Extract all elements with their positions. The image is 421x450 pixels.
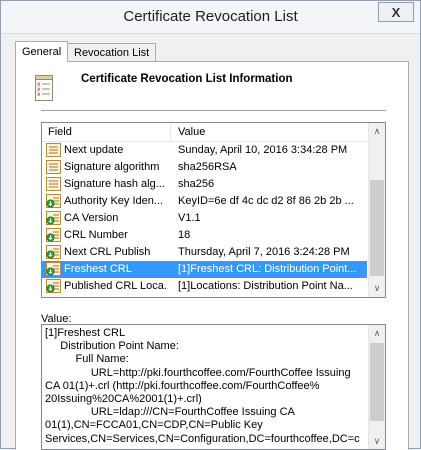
column-header-field[interactable]: Field xyxy=(48,126,72,138)
svg-text:x: x xyxy=(37,91,41,98)
scroll-up-button[interactable]: ∧ xyxy=(369,325,385,341)
value-textbox[interactable]: [1]Freshest CRL Distribution Point Name:… xyxy=(41,324,386,450)
scroll-thumb[interactable] xyxy=(370,180,384,276)
list-row[interactable]: Signature algorithm sha256RSA xyxy=(42,159,367,176)
property-doc-icon xyxy=(46,177,61,191)
row-field: Published CRL Loca... xyxy=(64,280,168,292)
list-header: Field Value xyxy=(42,123,367,142)
chevron-down-icon: ∨ xyxy=(373,282,381,293)
value-text[interactable]: [1]Freshest CRL Distribution Point Name:… xyxy=(45,327,367,446)
value-line: Full Name: xyxy=(45,353,129,366)
value-line: CA 01(1)+.crl (http://pki.fourthcoffee.c… xyxy=(45,379,320,392)
scroll-down-button[interactable]: ∨ xyxy=(369,433,385,449)
row-field: Next update xyxy=(64,144,124,156)
list-row[interactable]: CRL Number 18 xyxy=(42,227,367,244)
tab-revocation-list-label: Revocation List xyxy=(74,46,150,59)
list-row[interactable]: Authority Key Iden... KeyID=6e df 4c dc … xyxy=(42,193,367,210)
row-field: Authority Key Iden... xyxy=(64,195,164,207)
list-row[interactable]: Next update Sunday, April 10, 2016 3:34:… xyxy=(42,142,367,159)
row-field: CA Version xyxy=(64,212,119,224)
extension-doc-icon xyxy=(46,228,61,242)
value-scrollbar[interactable]: ∧ ∨ xyxy=(368,325,385,449)
row-field: Freshest CRL xyxy=(64,263,132,275)
row-value: sha256RSA xyxy=(178,161,237,173)
row-field: Signature algorithm xyxy=(64,161,160,173)
row-value: 18 xyxy=(178,229,191,241)
property-doc-icon xyxy=(46,143,61,157)
row-value: [1]Locations: Distribution Point Na... xyxy=(178,280,353,292)
page-title: Certificate Revocation List Information xyxy=(81,73,293,85)
list-row[interactable]: Next CRL Publish Thursday, April 7, 2016… xyxy=(42,244,367,261)
list-row[interactable]: Signature hash alg... sha256 xyxy=(42,176,367,193)
scroll-down-button[interactable]: ∨ xyxy=(369,280,385,296)
crl-document-icon: x x x xyxy=(35,75,53,101)
row-field: Next CRL Publish xyxy=(64,246,151,258)
row-value: Sunday, April 10, 2016 3:34:28 PM xyxy=(178,144,348,156)
value-line: 20Issuing%20CA%2001(1)+.crl) xyxy=(45,393,202,406)
header-divider xyxy=(41,110,386,111)
value-line: 01(1),CN=FCCA01,CN=CDP,CN=Public Key xyxy=(45,419,263,432)
property-doc-icon xyxy=(46,160,61,174)
certificate-revocation-list-dialog: Certificate Revocation List X General Re… xyxy=(0,0,421,450)
list-rows: Next update Sunday, April 10, 2016 3:34:… xyxy=(42,142,367,295)
extension-doc-icon xyxy=(46,194,61,208)
column-header-value[interactable]: Value xyxy=(178,126,205,138)
list-row[interactable]: Published CRL Loca... [1]Locations: Dist… xyxy=(42,278,367,295)
close-button[interactable]: X xyxy=(378,2,414,22)
row-value: [1]Freshest CRL: Distribution Point... xyxy=(178,263,357,275)
list-row[interactable]: CA Version V1.1 xyxy=(42,210,367,227)
value-line: Services,CN=Services,CN=Configuration,DC… xyxy=(45,432,360,445)
fields-list[interactable]: Field Value Next update Sunday, April 10… xyxy=(41,122,386,298)
extension-doc-icon xyxy=(46,245,61,259)
row-value: KeyID=6e df 4c dc d2 8f 86 2b 2b ... xyxy=(178,195,354,207)
scroll-thumb[interactable] xyxy=(370,343,384,421)
tab-revocation-list[interactable]: Revocation List xyxy=(67,43,157,61)
chevron-up-icon: ∧ xyxy=(373,125,381,136)
close-icon: X xyxy=(391,4,401,20)
value-line: [1]Freshest CRL xyxy=(45,327,126,339)
chevron-up-icon: ∧ xyxy=(373,327,381,338)
extension-doc-icon xyxy=(46,262,61,276)
column-divider[interactable] xyxy=(170,123,171,141)
tab-general-label: General xyxy=(22,46,62,58)
fields-list-scrollbar[interactable]: ∧ ∨ xyxy=(368,123,385,297)
extension-doc-icon xyxy=(46,279,61,293)
chevron-down-icon: ∨ xyxy=(373,435,381,446)
row-value: V1.1 xyxy=(178,212,201,224)
value-line: URL=http://pki.fourthcoffee.com/FourthCo… xyxy=(45,366,351,379)
extension-doc-icon xyxy=(46,211,61,225)
list-row-selected[interactable]: Freshest CRL [1]Freshest CRL: Distributi… xyxy=(42,261,367,278)
row-field: CRL Number xyxy=(64,229,128,241)
value-line: Distribution Point Name: xyxy=(45,340,179,353)
window-title: Certificate Revocation List xyxy=(123,8,298,25)
title-bar: Certificate Revocation List X xyxy=(1,1,420,34)
row-value: sha256 xyxy=(178,178,215,190)
row-field: Signature hash alg... xyxy=(64,178,165,190)
scroll-up-button[interactable]: ∧ xyxy=(369,123,385,139)
tab-general[interactable]: General xyxy=(15,41,69,62)
row-value: Thursday, April 7, 2016 3:24:28 PM xyxy=(178,246,350,258)
value-line: URL=ldap:///CN=FourthCoffee Issuing CA xyxy=(45,406,295,419)
